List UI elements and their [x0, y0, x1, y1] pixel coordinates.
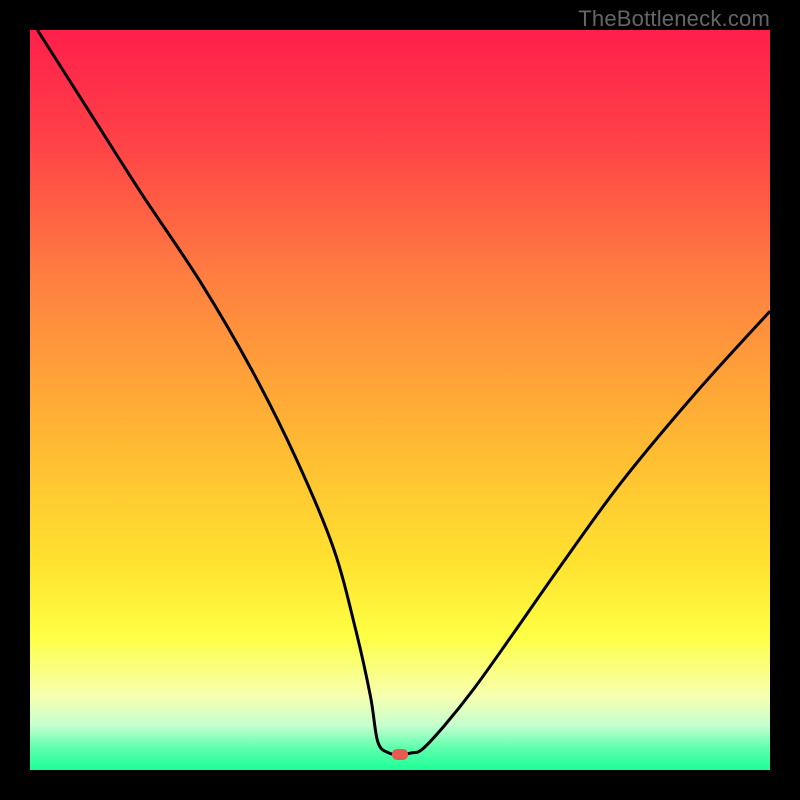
plot-area [30, 30, 770, 770]
gradient-background [30, 30, 770, 770]
bottleneck-chart [30, 30, 770, 770]
bottleneck-marker [392, 749, 408, 760]
watermark-text: TheBottleneck.com [578, 6, 770, 32]
chart-frame: TheBottleneck.com [0, 0, 800, 800]
